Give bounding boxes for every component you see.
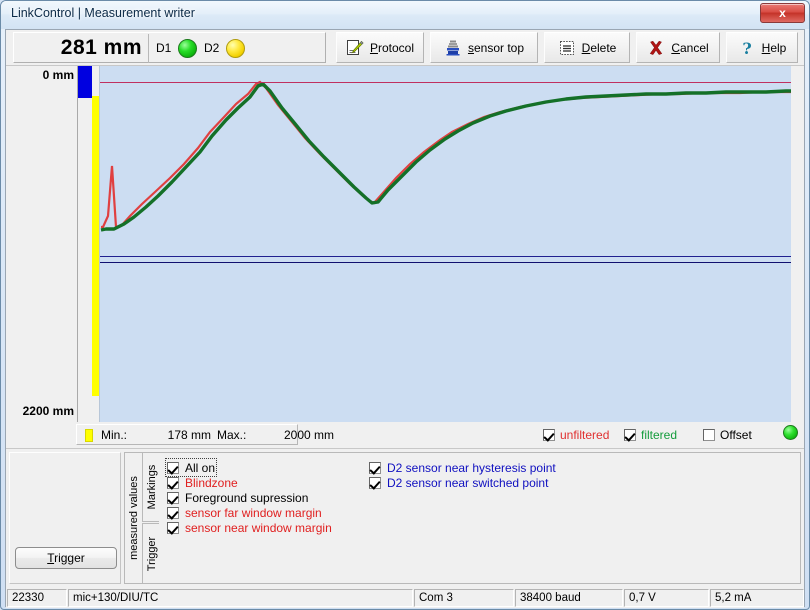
svg-text:?: ?	[742, 39, 751, 57]
status-port: Com 3	[414, 589, 514, 607]
filtered-checkbox[interactable]: filtered	[624, 426, 677, 444]
marking-d2-switched-label: D2 sensor near switched point	[387, 476, 548, 490]
tab-markings[interactable]: Markings	[142, 452, 160, 522]
client-area: 281 mm D1 D2 Protocol	[5, 29, 805, 607]
marking-foreground-supression-box[interactable]	[167, 492, 179, 504]
minmax-color-swatch	[85, 429, 93, 442]
tab-markings-label: Markings	[146, 465, 158, 510]
unfiltered-checkbox-label: unfiltered	[560, 428, 609, 442]
marking-foreground-supression-label: Foreground supression	[185, 491, 308, 505]
measurement-readout-panel: 281 mm D1 D2	[13, 32, 326, 63]
marking-d2-hysteresis-checkbox[interactable]: D2 sensor near hysteresis point	[369, 460, 556, 475]
status-current: 5,2 mA	[710, 589, 804, 607]
marking-d2-switched-checkbox[interactable]: D2 sensor near switched point	[369, 475, 548, 490]
title-bar: LinkControl | Measurement writer x	[1, 1, 809, 29]
curve-filtered	[101, 84, 792, 230]
toolbar: 281 mm D1 D2 Protocol	[6, 30, 804, 66]
marking-sensor-far-window-checkbox[interactable]: sensor far window margin	[167, 505, 322, 520]
help-button-label: Help	[762, 41, 787, 55]
marking-foreground-supression-checkbox[interactable]: Foreground supression	[167, 490, 308, 505]
marking-d2-hysteresis-label: D2 sensor near hysteresis point	[387, 461, 556, 475]
marking-sensor-near-window-box[interactable]	[167, 522, 179, 534]
tab-measured-values-label: measured values	[128, 476, 140, 560]
blindzone-bar	[78, 66, 92, 98]
d2-label: D2	[204, 41, 219, 55]
offset-checkbox-box[interactable]	[703, 429, 715, 441]
lower-panel: Trigger measured values Markings Trigger…	[6, 448, 804, 588]
tab-trigger-label: Trigger	[146, 536, 158, 570]
status-bar: 22330 mic+130/DIU/TC Com 3 38400 baud 0,…	[6, 588, 804, 608]
help-button[interactable]: ? Help	[726, 32, 798, 63]
delete-button[interactable]: Delete	[544, 32, 630, 63]
marking-d2-hysteresis-box[interactable]	[369, 462, 381, 474]
distance-value: 281 mm	[14, 36, 142, 60]
d2-hysteresis-point-line	[100, 256, 791, 257]
foreground-supression-bar	[92, 96, 99, 396]
red-x-icon	[647, 39, 665, 57]
tab-measured-values[interactable]: measured values	[124, 452, 142, 584]
sensor-top-button[interactable]: sensor top	[430, 32, 538, 63]
axis-top-label: 0 mm	[12, 68, 74, 82]
d1-status-led	[178, 39, 197, 58]
d2-status-led	[226, 39, 245, 58]
marking-d2-switched-box[interactable]	[369, 477, 381, 489]
delete-button-label: Delete	[582, 41, 617, 55]
trigger-button-label: Trigger	[47, 551, 85, 565]
marking-all-on-label: All on	[185, 461, 215, 475]
chart-footer: Min.: 178 mm Max.: 2000 mm unfiltered fi…	[6, 422, 804, 448]
list-lines-icon	[558, 39, 576, 57]
status-voltage: 0,7 V	[624, 589, 709, 607]
sensor-stack-icon	[444, 39, 462, 57]
min-label: Min.:	[101, 428, 127, 442]
protocol-button[interactable]: Protocol	[336, 32, 424, 63]
axis-line	[77, 66, 78, 448]
cancel-button[interactable]: Cancel	[636, 32, 720, 63]
measurement-chart: 0 mm 2200 mm Min.	[6, 66, 804, 448]
plot-area[interactable]	[99, 66, 791, 422]
trigger-button[interactable]: Trigger	[15, 547, 117, 569]
marking-sensor-far-window-box[interactable]	[167, 507, 179, 519]
marking-sensor-near-window-checkbox[interactable]: sensor near window margin	[167, 520, 332, 535]
status-serial: 22330	[7, 589, 67, 607]
marking-all-on-checkbox[interactable]: All on	[167, 460, 215, 475]
sensor-top-button-label: sensor top	[468, 41, 524, 55]
offset-checkbox-label: Offset	[720, 428, 752, 442]
max-value: 2000 mm	[262, 428, 334, 442]
marking-all-on-box[interactable]	[167, 462, 179, 474]
measurement-curves	[100, 66, 792, 422]
question-mark-icon: ?	[738, 39, 756, 57]
marking-blindzone-label: Blindzone	[185, 476, 238, 490]
marking-sensor-far-window-label: sensor far window margin	[185, 506, 322, 520]
unfiltered-checkbox-box[interactable]	[543, 429, 555, 441]
connection-status-led	[783, 425, 798, 440]
plot-right-gutter	[791, 66, 804, 422]
offset-checkbox[interactable]: Offset	[703, 426, 752, 444]
application-window: LinkControl | Measurement writer x 281 m…	[0, 0, 810, 610]
status-baud: 38400 baud	[515, 589, 623, 607]
readout-divider	[148, 34, 149, 63]
status-device: mic+130/DIU/TC	[68, 589, 413, 607]
max-label: Max.:	[217, 428, 246, 442]
marking-blindzone-checkbox[interactable]: Blindzone	[167, 475, 238, 490]
curve-unfiltered	[101, 82, 792, 227]
d2-switched-point-line	[100, 262, 791, 263]
tab-trigger[interactable]: Trigger	[142, 523, 160, 584]
markings-tab-page: All on Blindzone Foreground supression s…	[159, 452, 801, 584]
marking-sensor-near-window-label: sensor near window margin	[185, 521, 332, 535]
pencil-document-icon	[346, 39, 364, 57]
filtered-checkbox-label: filtered	[641, 428, 677, 442]
axis-bottom-label: 2200 mm	[6, 404, 74, 418]
sensor-far-window-margin-line	[100, 82, 791, 83]
min-max-panel: Min.: 178 mm Max.: 2000 mm	[76, 424, 298, 445]
close-button[interactable]: x	[760, 3, 805, 23]
trigger-panel: Trigger	[9, 452, 121, 584]
window-title: LinkControl | Measurement writer	[11, 6, 195, 20]
d1-label: D1	[156, 41, 171, 55]
cancel-button-label: Cancel	[671, 41, 708, 55]
filtered-checkbox-box[interactable]	[624, 429, 636, 441]
min-value: 178 mm	[149, 428, 211, 442]
protocol-button-label: Protocol	[370, 41, 414, 55]
marking-blindzone-box[interactable]	[167, 477, 179, 489]
unfiltered-checkbox[interactable]: unfiltered	[543, 426, 609, 444]
